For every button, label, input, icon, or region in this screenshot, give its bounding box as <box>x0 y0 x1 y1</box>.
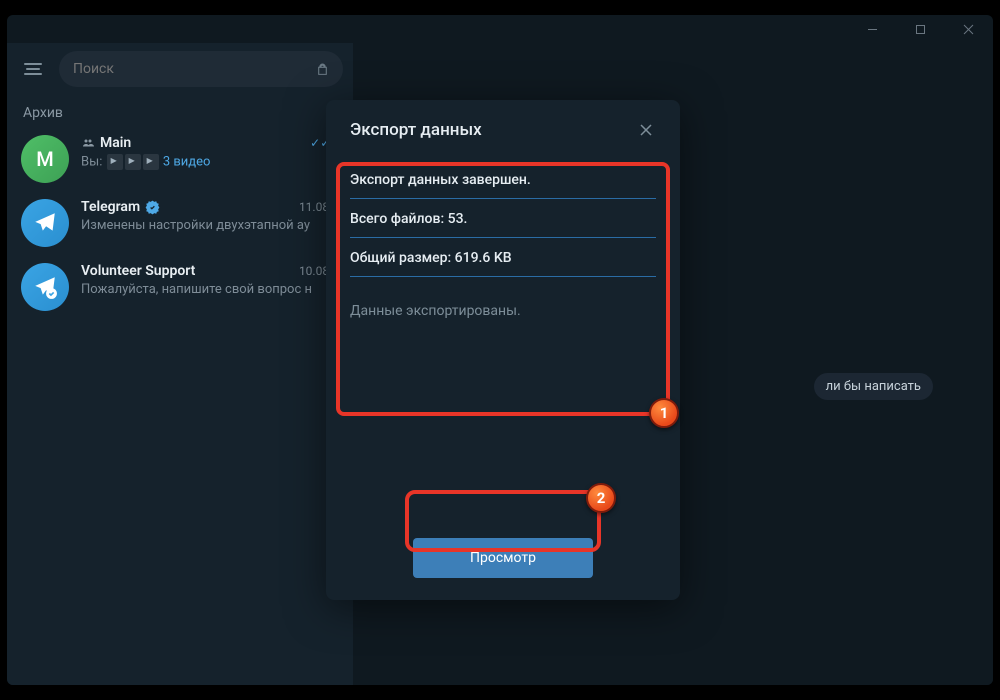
export-size-row: Общий размер: 619.6 KB <box>350 238 656 277</box>
chat-name: Volunteer Support <box>81 263 195 279</box>
chat-item-telegram[interactable]: Telegram 11.08.2 Изменены настройки двух… <box>7 191 353 255</box>
menu-button[interactable] <box>15 51 51 87</box>
dialog-content: Экспорт данных завершен. Всего файлов: 5… <box>326 154 680 538</box>
maximize-button[interactable] <box>903 15 937 43</box>
date-chip: ли бы написать <box>814 373 933 400</box>
annotation-badge-1: 1 <box>649 398 679 428</box>
video-thumb-icon <box>107 154 123 170</box>
export-files-row: Всего файлов: 53. <box>350 199 656 238</box>
sidebar: Архив M Main ✓✓1 <box>7 43 353 685</box>
chat-name: Telegram <box>81 199 160 215</box>
group-icon <box>81 137 95 149</box>
export-subtitle: Данные экспортированы. <box>350 277 656 319</box>
chat-item-volunteer[interactable]: Volunteer Support 10.08.2 Пожалуйста, на… <box>7 255 353 319</box>
search-input[interactable] <box>73 61 316 77</box>
search-field-wrap[interactable] <box>59 51 343 87</box>
avatar <box>21 199 69 247</box>
dialog-footer: Просмотр <box>326 538 680 578</box>
export-status-row: Экспорт данных завершен. <box>350 160 656 199</box>
chat-name: Main <box>81 135 131 151</box>
chat-body: Telegram 11.08.2 Изменены настройки двух… <box>81 199 339 233</box>
view-button[interactable]: Просмотр <box>413 538 593 578</box>
chat-body: Main ✓✓1 Вы: 3 видео <box>81 135 339 170</box>
chat-preview: Пожалуйста, напишите свой вопрос н <box>81 282 339 297</box>
export-dialog: Экспорт данных Экспорт данных завершен. … <box>326 100 680 600</box>
annotation-badge-2: 2 <box>586 483 616 513</box>
video-thumb-icon <box>143 154 159 170</box>
lock-icon <box>316 63 329 76</box>
avatar <box>21 263 69 311</box>
chat-preview: Вы: 3 видео <box>81 154 339 170</box>
minimize-button[interactable] <box>855 15 889 43</box>
close-window-button[interactable] <box>951 15 985 43</box>
chat-preview: Изменены настройки двухэтапной ау <box>81 218 339 233</box>
dialog-header: Экспорт данных <box>326 116 680 154</box>
avatar: M <box>21 135 69 183</box>
titlebar <box>7 15 993 43</box>
archive-label: Архив <box>7 95 353 127</box>
chat-body: Volunteer Support 10.08.2 Пожалуйста, на… <box>81 263 339 297</box>
dialog-title: Экспорт данных <box>350 120 482 140</box>
chat-item-main[interactable]: M Main ✓✓1 Вы: <box>7 127 353 191</box>
verified-icon <box>145 200 160 215</box>
video-thumb-icon <box>125 154 141 170</box>
sidebar-topbar <box>7 43 353 95</box>
dialog-close-button[interactable] <box>632 116 660 144</box>
